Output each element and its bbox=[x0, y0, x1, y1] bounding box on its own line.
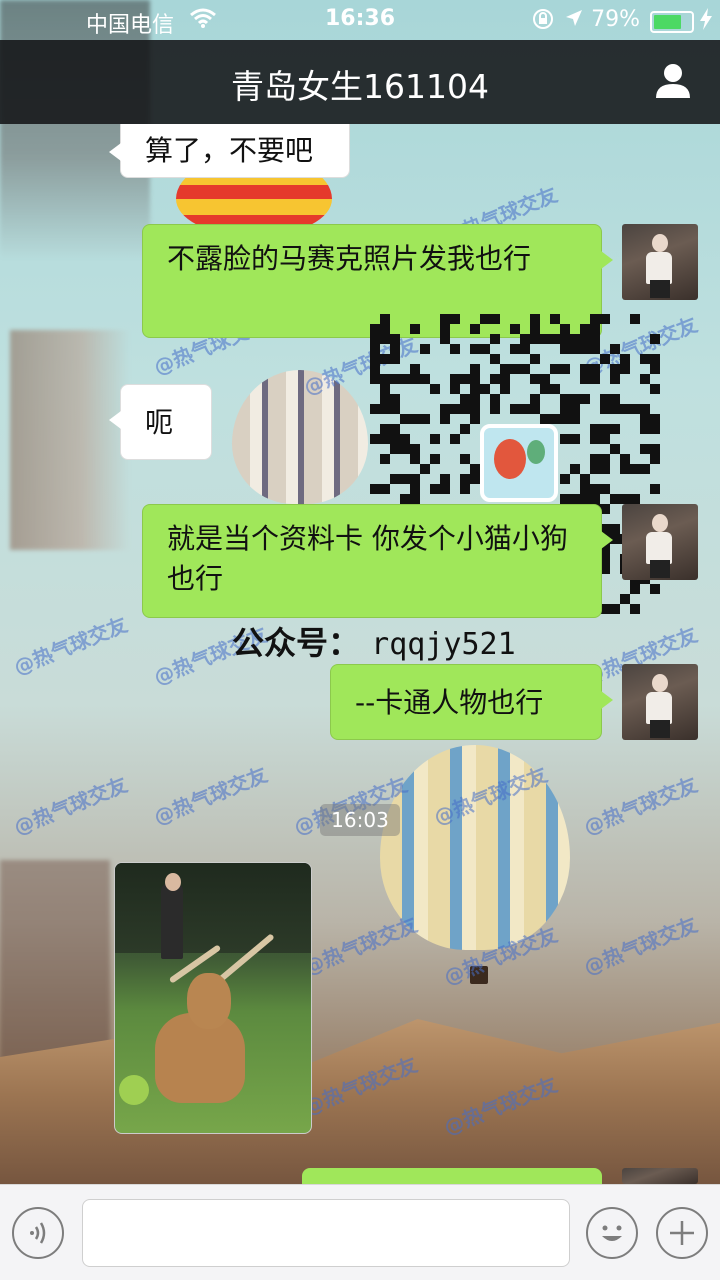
message-input[interactable] bbox=[82, 1199, 570, 1267]
image-message[interactable] bbox=[114, 862, 312, 1134]
avatar[interactable] bbox=[622, 504, 698, 580]
orientation-lock-icon bbox=[532, 8, 554, 34]
charging-bolt-icon bbox=[700, 8, 712, 34]
battery-percent: 79% bbox=[591, 7, 640, 32]
chat-screen: @热气球交友 @热气球交友 @热气球交友 @热气球交友 @热气球交友 @热气球交… bbox=[0, 0, 720, 1280]
message-outgoing[interactable]: --卡通人物也行 bbox=[330, 664, 613, 740]
message-timestamp: 16:03 bbox=[320, 804, 400, 836]
message-outgoing[interactable]: 就是当个资料卡 你发个小猫小狗也行 bbox=[142, 504, 613, 618]
voice-icon[interactable] bbox=[12, 1207, 64, 1259]
photo-person-head bbox=[165, 873, 181, 891]
message-incoming[interactable]: 算了，不要吧 bbox=[109, 124, 350, 178]
public-account-label: 公众号： bbox=[232, 624, 361, 662]
location-arrow-icon bbox=[564, 8, 584, 32]
apple bbox=[119, 1075, 149, 1105]
avatar[interactable] bbox=[622, 224, 698, 300]
public-account-id: rqqjy521 bbox=[371, 627, 516, 662]
message-outgoing-partial[interactable] bbox=[302, 1168, 602, 1184]
avatar[interactable] bbox=[622, 664, 698, 740]
chat-title: 青岛女生161104 bbox=[231, 67, 489, 106]
person-icon[interactable] bbox=[654, 62, 692, 104]
input-bar bbox=[0, 1184, 720, 1280]
photo-trees bbox=[115, 863, 311, 953]
battery-fill bbox=[654, 15, 681, 29]
plus-icon[interactable] bbox=[656, 1207, 708, 1259]
photo-person bbox=[161, 883, 183, 959]
avatar[interactable] bbox=[622, 1168, 698, 1184]
emoji-icon[interactable] bbox=[586, 1207, 638, 1259]
battery-icon bbox=[650, 11, 694, 33]
chat-header: 青岛女生161104 bbox=[0, 40, 720, 124]
message-list[interactable]: 算了，不要吧 不露脸的马赛克照片发我也行 呃 就是当个资料卡 你发个小猫小狗也行… bbox=[0, 124, 720, 1184]
message-incoming[interactable]: 呃 bbox=[109, 384, 212, 460]
deer-head bbox=[187, 973, 231, 1029]
status-bar: 中国电信 16:36 79% bbox=[0, 0, 720, 40]
watermark-public-account: 公众号： rqqjy521 bbox=[232, 618, 516, 664]
